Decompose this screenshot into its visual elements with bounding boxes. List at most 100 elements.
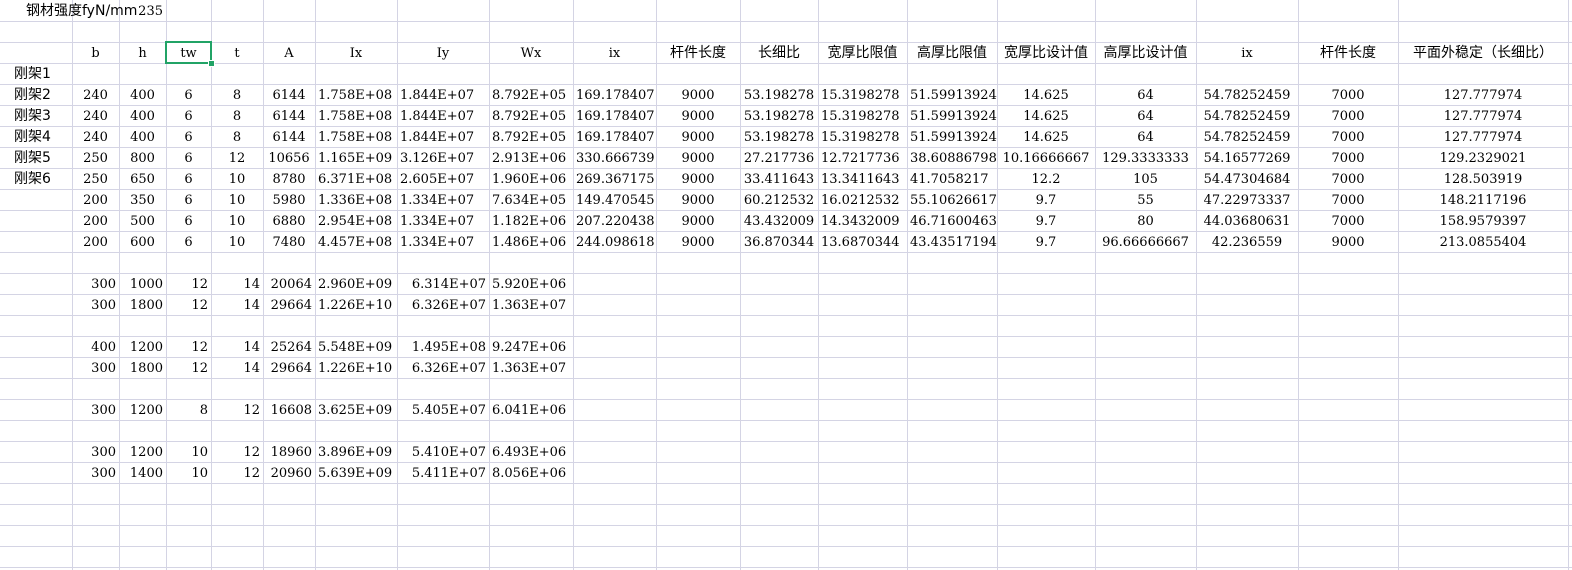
data-cell[interactable]: 14.625	[997, 106, 1095, 127]
data-cell[interactable]: 6.326E+07	[397, 358, 489, 379]
data-cell[interactable]: 2.960E+09	[315, 274, 397, 295]
data-cell[interactable]: 38.60886798	[907, 148, 997, 169]
data-cell[interactable]: 8.792E+05	[489, 127, 573, 148]
data-cell[interactable]: 12	[166, 295, 211, 316]
data-cell[interactable]: 96.66666667	[1095, 232, 1196, 253]
data-cell[interactable]: 9000	[656, 148, 740, 169]
header-cell[interactable]: ix	[1196, 43, 1298, 64]
data-cell[interactable]: 33.411643	[740, 169, 818, 190]
data-cell[interactable]: 400	[119, 106, 166, 127]
data-cell[interactable]: 12.7217736	[818, 148, 907, 169]
data-cell[interactable]: 6	[166, 232, 211, 253]
data-cell[interactable]: 53.198278	[740, 127, 818, 148]
row-label[interactable]: 刚架4	[0, 127, 72, 148]
data-cell[interactable]: 12	[166, 274, 211, 295]
data-cell[interactable]: 46.71600463	[907, 211, 997, 232]
data-cell[interactable]: 20960	[263, 463, 315, 484]
header-cell[interactable]: 长细比	[740, 43, 818, 64]
row-label[interactable]: 刚架2	[0, 85, 72, 106]
spreadsheet-grid[interactable]: 钢材强度fyN/mm 235 b h tw t A Ix Iy Wx ix 杆件长度 长细比 宽厚比限值高…	[0, 0, 1572, 570]
data-cell[interactable]: 1800	[119, 295, 166, 316]
row-label[interactable]: 刚架3	[0, 106, 72, 127]
data-cell[interactable]: 269.367175	[573, 169, 656, 190]
data-cell[interactable]: 127.777974	[1398, 127, 1568, 148]
data-cell[interactable]: 1.363E+07	[489, 295, 573, 316]
data-cell[interactable]: 2.913E+06	[489, 148, 573, 169]
data-cell[interactable]: 55.10626617	[907, 190, 997, 211]
data-cell[interactable]: 20064	[263, 274, 315, 295]
data-cell[interactable]: 54.78252459	[1196, 85, 1298, 106]
header-cell[interactable]: Wx	[489, 43, 573, 64]
data-cell[interactable]: 6.493E+06	[489, 442, 573, 463]
header-cell[interactable]: 杆件长度	[656, 43, 740, 64]
header-cell[interactable]: 宽厚比设计值	[997, 43, 1095, 64]
data-cell[interactable]: 600	[119, 232, 166, 253]
data-cell[interactable]: 169.178407	[573, 85, 656, 106]
data-cell[interactable]: 3.625E+09	[315, 400, 397, 421]
data-cell[interactable]: 148.2117196	[1398, 190, 1568, 211]
data-cell[interactable]: 10	[211, 190, 263, 211]
header-cell[interactable]: A	[263, 43, 315, 64]
data-cell[interactable]: 8	[211, 127, 263, 148]
data-cell[interactable]: 9000	[656, 106, 740, 127]
data-cell[interactable]: 43.43517194	[907, 232, 997, 253]
data-cell[interactable]: 2.954E+08	[315, 211, 397, 232]
data-cell[interactable]: 6	[166, 211, 211, 232]
header-cell[interactable]: Iy	[397, 43, 489, 64]
data-cell[interactable]: 1000	[119, 274, 166, 295]
data-cell[interactable]: 300	[72, 442, 119, 463]
data-cell[interactable]: 41.7058217	[907, 169, 997, 190]
data-cell[interactable]: 9.7	[997, 232, 1095, 253]
data-cell[interactable]: 300	[72, 400, 119, 421]
data-cell[interactable]: 54.47304684	[1196, 169, 1298, 190]
data-cell[interactable]: 12	[211, 463, 263, 484]
data-cell[interactable]: 7.634E+05	[489, 190, 573, 211]
data-cell[interactable]: 14	[211, 274, 263, 295]
data-cell[interactable]: 128.503919	[1398, 169, 1568, 190]
data-cell[interactable]: 1.334E+07	[397, 211, 489, 232]
data-cell[interactable]: 14.625	[997, 85, 1095, 106]
data-cell[interactable]: 1.363E+07	[489, 358, 573, 379]
data-cell[interactable]: 3.896E+09	[315, 442, 397, 463]
data-cell[interactable]: 240	[72, 106, 119, 127]
data-cell[interactable]: 1.960E+06	[489, 169, 573, 190]
data-cell[interactable]: 9000	[656, 190, 740, 211]
data-cell[interactable]: 14	[211, 337, 263, 358]
data-cell[interactable]: 200	[72, 232, 119, 253]
data-cell[interactable]: 7000	[1298, 190, 1398, 211]
data-cell[interactable]: 8	[166, 400, 211, 421]
data-cell[interactable]: 54.16577269	[1196, 148, 1298, 169]
data-cell[interactable]: 5.920E+06	[489, 274, 573, 295]
data-cell[interactable]: 1.844E+07	[397, 85, 489, 106]
data-cell[interactable]: 207.220438	[573, 211, 656, 232]
data-cell[interactable]: 16608	[263, 400, 315, 421]
data-cell[interactable]: 9000	[656, 127, 740, 148]
data-cell[interactable]: 14.625	[997, 127, 1095, 148]
header-cell[interactable]: ix	[573, 43, 656, 64]
data-cell[interactable]: 1800	[119, 358, 166, 379]
data-cell[interactable]: 14	[211, 295, 263, 316]
data-cell[interactable]: 240	[72, 85, 119, 106]
data-cell[interactable]: 12.2	[997, 169, 1095, 190]
data-cell[interactable]: 3.126E+07	[397, 148, 489, 169]
data-cell[interactable]: 6.314E+07	[397, 274, 489, 295]
header-cell[interactable]: 高厚比设计值	[1095, 43, 1196, 64]
data-cell[interactable]: 10656	[263, 148, 315, 169]
data-cell[interactable]: 42.236559	[1196, 232, 1298, 253]
data-cell[interactable]: 10	[211, 211, 263, 232]
data-cell[interactable]: 9.7	[997, 190, 1095, 211]
data-cell[interactable]: 6	[166, 148, 211, 169]
data-cell[interactable]: 213.0855404	[1398, 232, 1568, 253]
data-cell[interactable]: 47.22973337	[1196, 190, 1298, 211]
data-cell[interactable]: 12	[211, 148, 263, 169]
data-cell[interactable]: 1.182E+06	[489, 211, 573, 232]
row-label[interactable]: 刚架6	[0, 169, 72, 190]
data-cell[interactable]: 9000	[656, 169, 740, 190]
data-cell[interactable]: 64	[1095, 106, 1196, 127]
data-cell[interactable]: 51.59913924	[907, 106, 997, 127]
fill-handle[interactable]	[208, 60, 215, 67]
data-cell[interactable]: 105	[1095, 169, 1196, 190]
data-cell[interactable]: 29664	[263, 358, 315, 379]
data-cell[interactable]: 1.758E+08	[315, 106, 397, 127]
data-cell[interactable]: 44.03680631	[1196, 211, 1298, 232]
